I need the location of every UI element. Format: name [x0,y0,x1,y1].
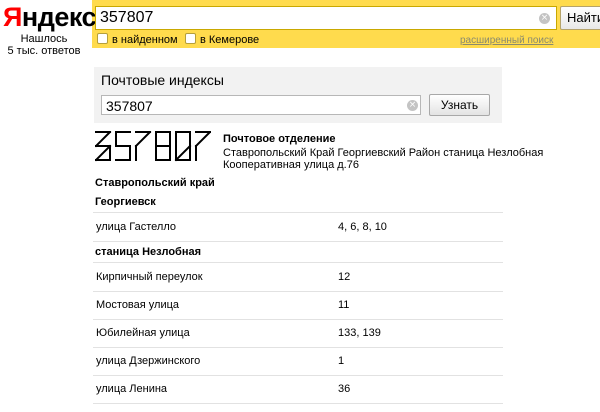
street-name: улица Дзержинского [96,355,201,367]
city-title: Георгиевск [95,196,156,208]
house-numbers: 1 [338,355,345,367]
street-name: Кирпичный переулок [96,271,203,283]
row-divider [93,241,503,242]
yandex-results-page: Яндекс Нашлось 5 тыс. ответов × Найти в … [0,0,600,412]
house-numbers: 133, 139 [338,327,381,339]
postal-index-widget: Почтовые индексы × Узнать [94,67,502,123]
search-box: × [95,6,557,30]
clear-icon[interactable]: × [407,100,418,111]
digit-segment [174,144,192,162]
address-line-2: Кооперативная улица д.76 [223,159,359,171]
postcode-digits [95,131,211,162]
city-title: станица Незлобная [95,246,202,258]
filter-in-found-label: в найденном [112,34,178,46]
house-numbers: 11 [338,299,350,311]
postcode-digit [134,131,152,161]
filter-in-city-label: в Кемерове [200,34,260,46]
widget-title: Почтовые индексы [101,72,224,88]
post-office-address: Ставропольский Край Георгиевский Район с… [223,147,543,171]
digit-segment [95,144,112,162]
filter-in-city[interactable]: в Кемерове [185,33,259,46]
row-divider [93,291,503,292]
clear-icon[interactable]: × [539,13,550,24]
find-button[interactable]: Найти [560,6,600,30]
checkbox-in-city[interactable] [185,33,196,44]
house-numbers: 4, 6, 8, 10 [338,221,387,233]
logo-rest: ндекс [21,2,97,32]
results-count: Нашлось 5 тыс. ответов [0,33,88,57]
house-numbers: 12 [338,271,351,283]
row-divider [93,319,503,320]
postcode-digit [174,131,192,162]
row-divider [93,375,503,376]
logo-area: Яндекс Нашлось 5 тыс. ответов [0,0,97,60]
house-numbers: 36 [338,383,351,395]
street-name: улица Ленина [96,383,168,395]
postcode-digit [194,131,211,161]
digit-segment [134,131,152,148]
postcode-digit [155,131,171,161]
widget-input-box: × [101,95,421,115]
results-count-line2: 5 тыс. ответов [7,45,81,57]
digit-segment [194,131,211,148]
filter-in-found[interactable]: в найденном [97,33,178,46]
results-count-line1: Нашлось [20,33,68,45]
postcode-digit [115,131,131,161]
region-title: Ставропольский край [95,177,215,189]
row-divider [93,262,503,263]
street-name: улица Гастелло [96,221,176,233]
postcode-input[interactable] [106,97,406,114]
advanced-search-link[interactable]: расширенный поиск [460,35,553,47]
address-line-1: Ставропольский Край Георгиевский Район с… [223,147,544,159]
checkbox-in-found[interactable] [97,33,108,44]
row-divider [93,212,503,213]
street-name: Юбилейная улица [96,327,190,339]
digit-segment [95,131,112,148]
search-input[interactable] [100,8,530,28]
logo-first-letter: Я [3,2,22,32]
yandex-logo[interactable]: Яндекс [3,1,97,33]
row-divider [93,403,503,404]
row-divider [93,347,503,348]
street-name: Мостовая улица [96,299,180,311]
postcode-digit [95,131,112,162]
find-out-button[interactable]: Узнать [429,94,490,116]
post-office-title: Почтовое отделение [223,133,336,145]
